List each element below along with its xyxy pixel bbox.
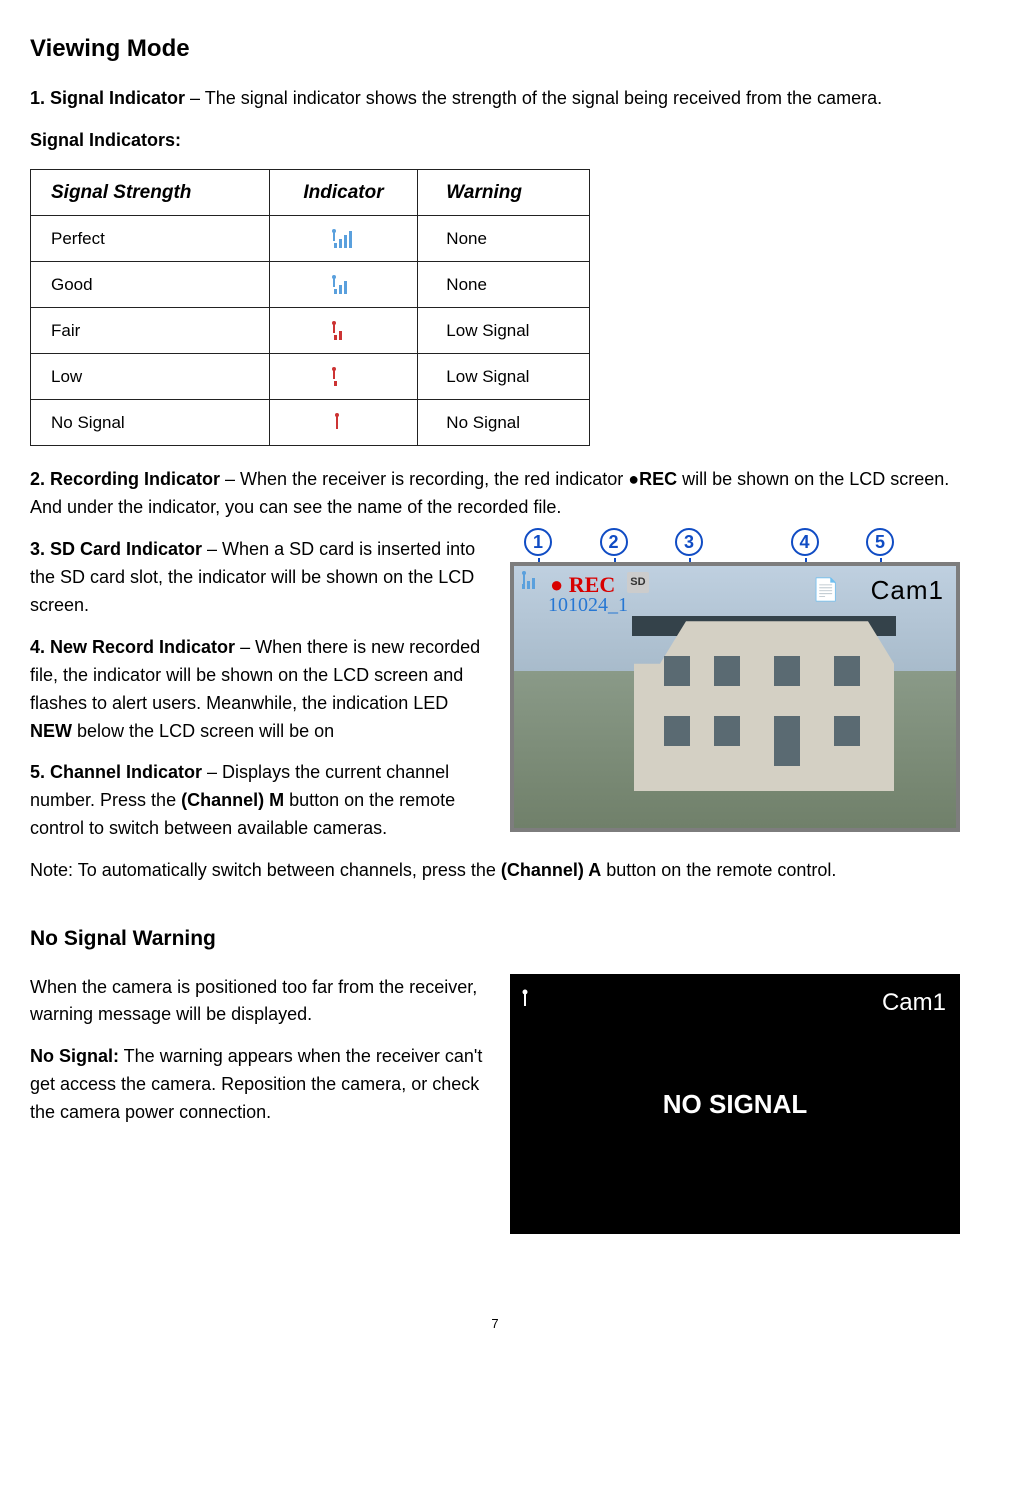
callout-4: 4 [791, 528, 819, 556]
note-text-a: Note: To automatically switch between ch… [30, 860, 501, 880]
signal-table: Signal Strength Indicator Warning Perfec… [30, 169, 590, 446]
page-title: Viewing Mode [30, 30, 960, 67]
cell-indicator [269, 308, 418, 354]
nosignal-label: No Signal: [30, 1046, 119, 1066]
signal-indicator-label: 1. Signal Indicator [30, 88, 185, 108]
channel-indicator-label: 5. Channel Indicator [30, 762, 202, 782]
cell-warning: None [418, 262, 590, 308]
note-text-b: button on the remote control. [601, 860, 836, 880]
cell-warning: No Signal [418, 400, 590, 446]
signal-indicators-heading: Signal Indicators: [30, 127, 960, 155]
table-header-strength: Signal Strength [31, 169, 270, 215]
cell-strength: No Signal [31, 400, 270, 446]
new-record-label: 4. New Record Indicator [30, 637, 235, 657]
nosignal-message: NO SIGNAL [663, 1083, 807, 1123]
note-paragraph: Note: To automatically switch between ch… [30, 857, 960, 885]
signal-good-icon [331, 273, 355, 297]
sd-card-label: 3. SD Card Indicator [30, 539, 202, 559]
table-header-warning: Warning [418, 169, 590, 215]
signal-indicator-paragraph: 1. Signal Indicator – The signal indicat… [30, 85, 960, 113]
nosignal-frame: Cam1 NO SIGNAL [510, 974, 960, 1234]
cell-warning: Low Signal [418, 308, 590, 354]
cell-indicator [269, 216, 418, 262]
cell-strength: Good [31, 262, 270, 308]
table-row: Fair Low Signal [31, 308, 590, 354]
recording-indicator-label: 2. Recording Indicator [30, 469, 220, 489]
cell-warning: None [418, 216, 590, 262]
signal-low-icon [331, 365, 355, 389]
camera-diagram: 1 2 3 4 5 ● REC SD 101024_1 📄 [510, 528, 960, 832]
channel-a-button-label: (Channel) A [501, 860, 601, 880]
overlay-new-record-icon: 📄 [812, 573, 840, 607]
cell-strength: Fair [31, 308, 270, 354]
callout-2: 2 [600, 528, 628, 556]
channel-m-button-label: (Channel) M [181, 790, 284, 810]
table-row: Perfect None [31, 216, 590, 262]
signal-fair-icon [331, 319, 355, 343]
table-row: Good None [31, 262, 590, 308]
cell-indicator [269, 354, 418, 400]
page-number: 7 [30, 1314, 960, 1334]
table-row: No Signal No Signal [31, 400, 590, 446]
cell-strength: Perfect [31, 216, 270, 262]
callout-5: 5 [866, 528, 894, 556]
recording-indicator-text-a: – When the receiver is recording, the re… [220, 469, 628, 489]
cell-indicator [269, 262, 418, 308]
rec-symbol: ●REC [628, 469, 677, 489]
recording-indicator-paragraph: 2. Recording Indicator – When the receiv… [30, 466, 960, 522]
table-row: Low Low Signal [31, 354, 590, 400]
new-word: NEW [30, 721, 72, 741]
overlay-signal-icon [520, 568, 538, 602]
nosignal-title: No Signal Warning [30, 923, 960, 956]
nosignal-signal-icon [520, 984, 536, 1021]
overlay-camera-label: Cam1 [871, 570, 944, 610]
signal-indicator-text: – The signal indicator shows the strengt… [185, 88, 882, 108]
new-record-text-b: below the LCD screen will be on [72, 721, 334, 741]
signal-perfect-icon [331, 227, 355, 251]
table-header-indicator: Indicator [269, 169, 418, 215]
cell-indicator [269, 400, 418, 446]
nosignal-camera-label: Cam1 [882, 984, 946, 1021]
overlay-sd-icon: SD [627, 572, 648, 593]
camera-frame: ● REC SD 101024_1 📄 Cam1 [510, 562, 960, 832]
signal-none-icon [331, 411, 355, 435]
cell-strength: Low [31, 354, 270, 400]
cell-warning: Low Signal [418, 354, 590, 400]
overlay-rec-filename: 101024_1 [548, 590, 628, 621]
callout-1: 1 [524, 528, 552, 556]
callout-3: 3 [675, 528, 703, 556]
